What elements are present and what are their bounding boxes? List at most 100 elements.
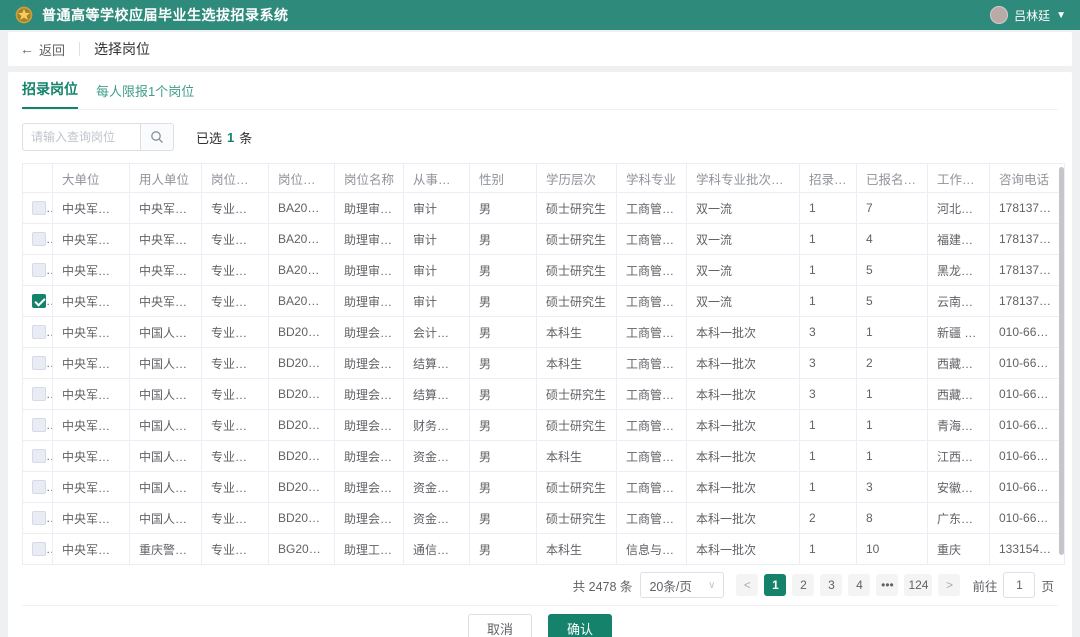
divider [79, 42, 80, 56]
table-cell: 工商管理（审... [617, 286, 687, 317]
column-header: 工作地点 [928, 164, 990, 193]
table-cell: 男 [470, 441, 537, 472]
page-button[interactable]: 124 [904, 574, 932, 596]
page-button[interactable]: 3 [820, 574, 842, 596]
table-cell: 男 [470, 379, 537, 410]
table-cell: 工商管理、应... [617, 503, 687, 534]
table-cell: 本科生 [537, 534, 617, 565]
page-size-select[interactable]: 20条/页 ∨ [640, 572, 724, 598]
table-cell: 专业技术军官 [202, 534, 269, 565]
goto-page-input[interactable] [1003, 572, 1035, 598]
row-checkbox[interactable] [32, 294, 46, 308]
table-cell: 西藏拉萨 [928, 379, 990, 410]
tab-recruit-posts[interactable]: 招录岗位 [22, 79, 78, 109]
select-column-header [23, 164, 53, 193]
table-cell: 中国人民解放... [130, 441, 202, 472]
back-arrow-icon: ← [20, 41, 34, 57]
vertical-scrollbar[interactable] [1059, 167, 1064, 555]
page-button[interactable]: 2 [792, 574, 814, 596]
column-header: 岗位名称 [335, 164, 404, 193]
row-checkbox[interactable] [32, 263, 46, 277]
table-cell: 硕士研究生 [537, 193, 617, 224]
table-cell: 河北石家庄 [928, 193, 990, 224]
user-menu[interactable]: 吕林廷 ▼ [990, 6, 1066, 24]
select-cell [23, 193, 53, 224]
table-cell: 中国人民解放... [130, 472, 202, 503]
table-cell: 助理审计师 [335, 224, 404, 255]
prev-page-button[interactable]: < [736, 574, 758, 596]
table-cell: BD20220003 [269, 503, 335, 534]
column-header: 咨询电话 [990, 164, 1065, 193]
next-page-button[interactable]: > [938, 574, 960, 596]
goto-suffix: 页 [1041, 576, 1054, 595]
table-cell: 助理会计师 [335, 503, 404, 534]
row-checkbox[interactable] [32, 325, 46, 339]
table-cell: 重庆 [928, 534, 990, 565]
back-button[interactable]: ← 返回 [20, 40, 65, 59]
select-cell [23, 379, 53, 410]
search-input[interactable] [22, 123, 140, 151]
table-row: 中央军委国防动...重庆警备区某室专业技术军官BG20220003助理工程师通信… [23, 534, 1065, 565]
goto-page: 前往 页 [972, 572, 1054, 598]
row-checkbox[interactable] [32, 418, 46, 432]
table-row: 中央军委后勤保...中国人民解放...专业技术军官BD20220007助理会计师… [23, 348, 1065, 379]
table-header-row: 大单位用人单位岗位类别岗位编号岗位名称从事工作性别学历层次学科专业学科专业批次要… [23, 164, 1065, 193]
user-name: 吕林廷 [1014, 7, 1050, 24]
table-cell: 专业技术军官 [202, 441, 269, 472]
table-cell: 本科一批次 [687, 534, 800, 565]
table-cell: 专业技术军官 [202, 379, 269, 410]
search-button[interactable] [140, 123, 174, 151]
tab-note-limit: 每人限报1个岗位 [96, 81, 194, 109]
table-row: 中央军委办公厅中央军委审计...专业技术军官BA20220003助理审计师审计男… [23, 255, 1065, 286]
table-cell: 中央军委后勤保... [53, 317, 130, 348]
table-cell: 中央军委后勤保... [53, 503, 130, 534]
table-cell: 中国人民解放... [130, 503, 202, 534]
column-header: 大单位 [53, 164, 130, 193]
row-checkbox[interactable] [32, 356, 46, 370]
row-checkbox[interactable] [32, 480, 46, 494]
table-cell: 中央军委办公厅 [53, 286, 130, 317]
page-button[interactable]: 4 [848, 574, 870, 596]
table-cell: 中央军委后勤保... [53, 472, 130, 503]
table-cell: 1 [800, 441, 857, 472]
table-cell: 本科一批次 [687, 410, 800, 441]
table-cell: 会计相关工作 [404, 317, 470, 348]
row-checkbox[interactable] [32, 232, 46, 246]
avatar[interactable] [990, 6, 1008, 24]
table-cell: 审计 [404, 286, 470, 317]
table-cell: 本科一批次 [687, 348, 800, 379]
selected-count: 1 [227, 130, 234, 145]
table-cell: 通信工程 [404, 534, 470, 565]
table-cell: 010-66889130 ... [990, 410, 1065, 441]
column-header: 岗位编号 [269, 164, 335, 193]
table-cell: 8 [857, 503, 928, 534]
table-cell: 资金收付管理 [404, 472, 470, 503]
page-button[interactable]: 1 [764, 574, 786, 596]
row-checkbox[interactable] [32, 201, 46, 215]
pager: < 1234 ••• 124 > [736, 574, 960, 596]
column-header: 学科专业批次要求 [687, 164, 800, 193]
confirm-button[interactable]: 确认 [548, 614, 612, 637]
table-cell: BD20220004 [269, 410, 335, 441]
table-cell: 13315408873 [990, 534, 1065, 565]
table-cell: 新疆 乌鲁木齐 [928, 317, 990, 348]
selected-info: 已选 1 条 [196, 128, 252, 147]
back-label: 返回 [39, 40, 65, 59]
more-pages-button[interactable]: ••• [876, 574, 898, 596]
table-cell: 本科生 [537, 441, 617, 472]
row-checkbox[interactable] [32, 511, 46, 525]
table-cell: 工商管理类、... [617, 317, 687, 348]
row-checkbox[interactable] [32, 387, 46, 401]
row-checkbox[interactable] [32, 449, 46, 463]
table-cell: 结算审核、资... [404, 348, 470, 379]
footer-actions: 取消 确认 [22, 605, 1058, 637]
select-cell [23, 317, 53, 348]
row-checkbox[interactable] [32, 542, 46, 556]
table-cell: 专业技术军官 [202, 410, 269, 441]
pagination: 共 2478 条 20条/页 ∨ < 1234•••124> 前往 页 [22, 565, 1058, 605]
table-cell: 中央军委后勤保... [53, 441, 130, 472]
table-cell: 硕士研究生 [537, 224, 617, 255]
table-cell: BD20220002 [269, 441, 335, 472]
table-cell: 助理会计师 [335, 441, 404, 472]
cancel-button[interactable]: 取消 [468, 614, 532, 637]
